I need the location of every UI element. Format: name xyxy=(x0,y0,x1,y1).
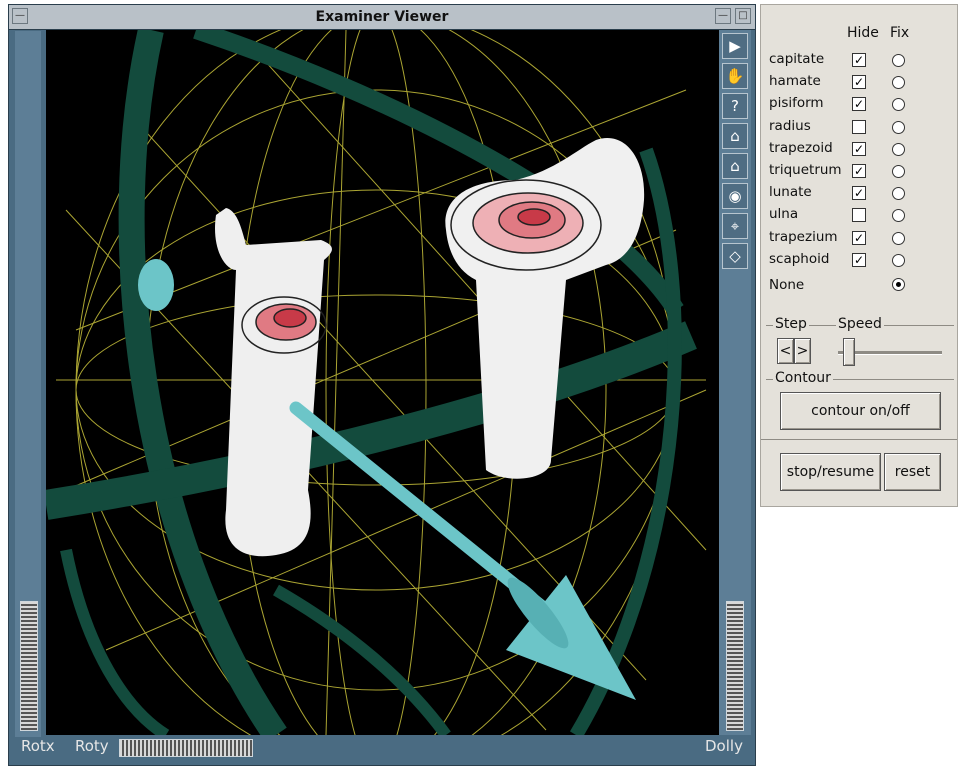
control-panel: Hide Fix None Step Speed < > Contour con… xyxy=(760,4,958,507)
contour-group-label: Contour xyxy=(773,370,833,386)
bone-label-trapezium: trapezium xyxy=(769,229,838,245)
step-next-button[interactable]: > xyxy=(794,338,811,364)
home-icon[interactable]: ⌂ xyxy=(722,123,748,149)
roty-thumbwheel[interactable] xyxy=(119,739,253,757)
dolly-label: Dolly xyxy=(705,737,743,755)
hide-checkbox-radius[interactable] xyxy=(852,120,866,134)
hand-view-icon[interactable]: ✋ xyxy=(722,63,748,89)
bone-label-hamate: hamate xyxy=(769,73,821,89)
contour-toggle-button[interactable]: contour on/off xyxy=(780,392,941,430)
fix-radio-triquetrum[interactable] xyxy=(892,165,905,178)
fix-radio-radius[interactable] xyxy=(892,121,905,134)
rotx-label: Rotx xyxy=(21,737,55,755)
help-icon[interactable]: ? xyxy=(722,93,748,119)
window-titlebar[interactable]: — Examiner Viewer — □ xyxy=(9,5,755,30)
fix-column-header: Fix xyxy=(890,25,910,41)
hide-checkbox-capitate[interactable]: ✓ xyxy=(852,53,866,67)
bone-label-scaphoid: scaphoid xyxy=(769,251,830,267)
reset-button[interactable]: reset xyxy=(884,453,941,491)
scene-render xyxy=(46,30,707,735)
fix-radio-hamate[interactable] xyxy=(892,76,905,89)
window-title: Examiner Viewer xyxy=(315,9,449,25)
dolly-thumbwheel[interactable] xyxy=(726,601,744,731)
examiner-viewer-window: — Examiner Viewer — □ ▶ ✋ ? ⌂ ⌂ ◉ ⌖ ◇ Ro… xyxy=(8,4,756,766)
direction-arrow xyxy=(289,401,636,700)
hide-checkbox-pisiform[interactable]: ✓ xyxy=(852,97,866,111)
bone-label-lunate: lunate xyxy=(769,184,812,200)
cyan-knob xyxy=(138,259,174,311)
hide-checkbox-trapezium[interactable]: ✓ xyxy=(852,231,866,245)
hide-checkbox-scaphoid[interactable]: ✓ xyxy=(852,253,866,267)
bone-label-radius: radius xyxy=(769,118,811,134)
fix-radio-trapezium[interactable] xyxy=(892,232,905,245)
right-bone xyxy=(445,138,645,479)
hide-column-header: Hide xyxy=(847,25,879,41)
stop-resume-button[interactable]: stop/resume xyxy=(780,453,881,491)
panel-divider xyxy=(761,439,957,440)
speed-label: Speed xyxy=(836,316,884,332)
fix-radio-lunate[interactable] xyxy=(892,187,905,200)
hide-checkbox-hamate[interactable]: ✓ xyxy=(852,75,866,89)
perspective-icon[interactable]: ◇ xyxy=(722,243,748,269)
hide-checkbox-lunate[interactable]: ✓ xyxy=(852,186,866,200)
hide-checkbox-ulna[interactable] xyxy=(852,208,866,222)
fix-radio-capitate[interactable] xyxy=(892,54,905,67)
fix-radio-trapezoid[interactable] xyxy=(892,143,905,156)
none-label: None xyxy=(769,277,805,293)
hide-checkbox-trapezoid[interactable]: ✓ xyxy=(852,142,866,156)
fix-radio-pisiform[interactable] xyxy=(892,98,905,111)
minimize-button[interactable]: — xyxy=(715,8,731,24)
seek-icon[interactable]: ⌖ xyxy=(722,213,748,239)
fix-radio-ulna[interactable] xyxy=(892,209,905,222)
set-home-icon[interactable]: ⌂ xyxy=(722,153,748,179)
bone-label-capitate: capitate xyxy=(769,51,825,67)
maximize-button[interactable]: □ xyxy=(735,8,751,24)
left-bone xyxy=(215,208,332,557)
step-prev-button[interactable]: < xyxy=(777,338,794,364)
3d-viewport[interactable] xyxy=(46,30,719,735)
speed-slider-thumb[interactable] xyxy=(843,338,855,366)
rotx-thumbwheel[interactable] xyxy=(20,601,38,731)
bone-label-pisiform: pisiform xyxy=(769,95,824,111)
bone-label-trapezoid: trapezoid xyxy=(769,140,833,156)
step-label: Step xyxy=(773,316,809,332)
pick-arrow-icon[interactable]: ▶ xyxy=(722,33,748,59)
bone-label-ulna: ulna xyxy=(769,206,799,222)
window-menu-button[interactable]: — xyxy=(12,8,28,24)
bone-label-triquetrum: triquetrum xyxy=(769,162,842,178)
view-all-icon[interactable]: ◉ xyxy=(722,183,748,209)
hide-checkbox-triquetrum[interactable]: ✓ xyxy=(852,164,866,178)
roty-label: Roty xyxy=(75,737,109,755)
fix-radio-none[interactable] xyxy=(892,278,905,291)
fix-radio-scaphoid[interactable] xyxy=(892,254,905,267)
